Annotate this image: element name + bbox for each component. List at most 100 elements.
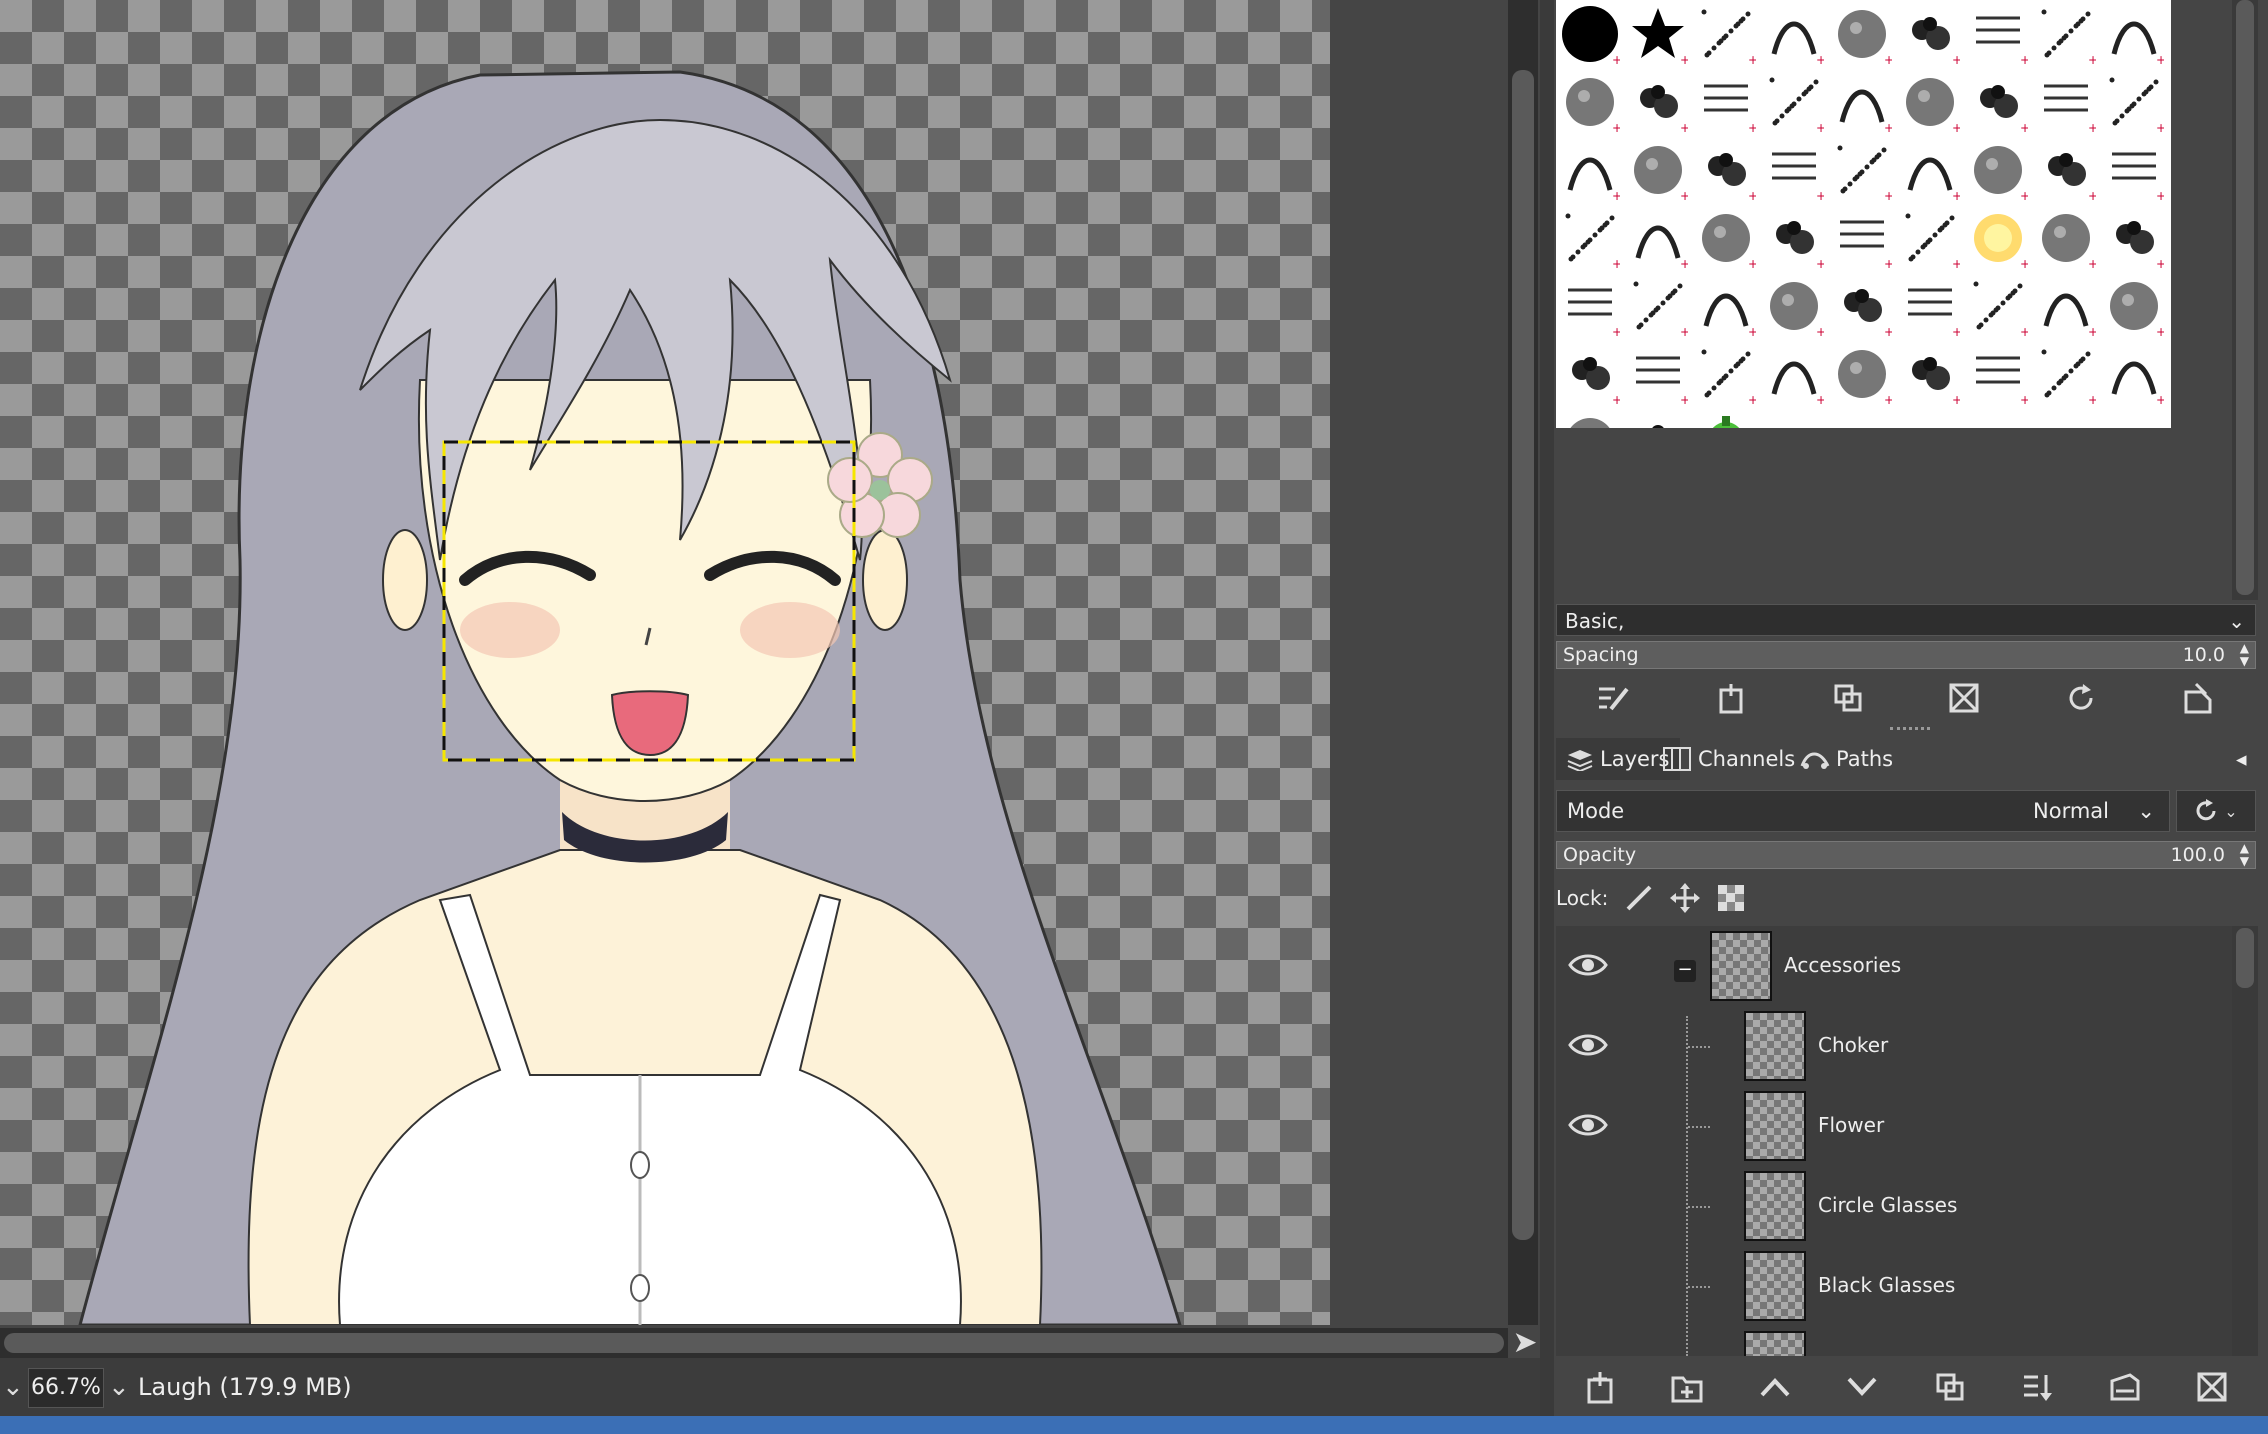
- brush-thumbnail[interactable]: +: [1830, 342, 1894, 406]
- lower-layer-icon[interactable]: [1842, 1367, 1882, 1407]
- layers-list[interactable]: − Accessories Choker Flower Circle Glass…: [1556, 926, 2232, 1356]
- brush-thumbnail[interactable]: +: [1898, 70, 1962, 134]
- brush-thumbnail[interactable]: +: [1966, 206, 2030, 270]
- brush-thumbnail[interactable]: +: [1830, 138, 1894, 202]
- delete-layer-icon[interactable]: [2192, 1367, 2232, 1407]
- brush-thumbnail[interactable]: +: [1694, 206, 1758, 270]
- brush-grid[interactable]: + + + + + + + + + + + + + + + + + + + + + + + + + + + + + + + + + + + + + + + +…: [1556, 0, 2171, 472]
- layer-row[interactable]: Choker: [1556, 1006, 2232, 1086]
- canvas-viewport[interactable]: [0, 0, 1330, 1325]
- brush-thumbnail[interactable]: +: [1558, 206, 1622, 270]
- tab-menu-icon[interactable]: ◂: [2236, 738, 2247, 780]
- brush-thumbnail[interactable]: +: [1898, 138, 1962, 202]
- duplicate-layer-icon[interactable]: [1930, 1367, 1970, 1407]
- canvas-horizontal-scrollbar[interactable]: [0, 1328, 1508, 1358]
- edit-brush-icon[interactable]: [1594, 678, 1634, 718]
- eye-icon[interactable]: [1568, 1030, 1608, 1060]
- layer-row[interactable]: Black Glasses: [1556, 1246, 2232, 1326]
- tab-layers[interactable]: Layers: [1556, 738, 1680, 780]
- opacity-spinner[interactable]: Opacity 100.0 ▲ ▼: [1556, 841, 2256, 869]
- brush-preset-dropdown[interactable]: Basic, ⌄: [1556, 604, 2256, 636]
- collapse-group-icon[interactable]: −: [1674, 960, 1696, 982]
- brush-thumbnail[interactable]: +: [1830, 2, 1894, 66]
- duplicate-brush-icon[interactable]: [1828, 678, 1868, 718]
- panel-divider[interactable]: [1540, 0, 1554, 1416]
- brush-thumbnail[interactable]: +: [1558, 274, 1622, 338]
- brush-thumbnail[interactable]: +: [1762, 138, 1826, 202]
- layers-scrollbar[interactable]: [2232, 926, 2258, 1356]
- brush-thumbnail[interactable]: +: [1558, 2, 1622, 66]
- brush-thumbnail[interactable]: +: [1626, 206, 1690, 270]
- brush-thumbnail[interactable]: +: [1966, 70, 2030, 134]
- brush-thumbnail[interactable]: +: [2034, 138, 2098, 202]
- zoom-dropdown-chevron-icon[interactable]: ⌄: [108, 1368, 130, 1406]
- brush-thumbnail[interactable]: +: [1558, 70, 1622, 134]
- visibility-toggle[interactable]: [1568, 1270, 1608, 1300]
- brush-thumbnail[interactable]: +: [1762, 70, 1826, 134]
- image-canvas[interactable]: [0, 0, 1330, 1325]
- visibility-toggle[interactable]: [1568, 1190, 1608, 1220]
- brush-thumbnail[interactable]: +: [1694, 138, 1758, 202]
- brush-thumbnail[interactable]: +: [2102, 138, 2166, 202]
- brush-thumbnail[interactable]: +: [1762, 274, 1826, 338]
- brush-thumbnail[interactable]: +: [1966, 274, 2030, 338]
- brush-thumbnail[interactable]: +: [1626, 70, 1690, 134]
- delete-brush-icon[interactable]: [1944, 678, 1984, 718]
- brush-thumbnail[interactable]: +: [1762, 2, 1826, 66]
- brush-thumbnail[interactable]: +: [1830, 206, 1894, 270]
- lock-alpha-icon[interactable]: [1716, 883, 1746, 913]
- brush-thumbnail[interactable]: +: [2034, 70, 2098, 134]
- brush-thumbnail[interactable]: +: [1694, 342, 1758, 406]
- layer-row[interactable]: [1556, 1326, 2232, 1356]
- brush-thumbnail[interactable]: +: [1966, 342, 2030, 406]
- brush-thumbnail[interactable]: +: [1558, 342, 1622, 406]
- spin-arrows-icon[interactable]: ▲ ▼: [2240, 842, 2249, 868]
- brush-thumbnail[interactable]: +: [1694, 274, 1758, 338]
- zoom-field[interactable]: 66.7%: [28, 1368, 104, 1408]
- merge-down-icon[interactable]: [2017, 1367, 2057, 1407]
- brush-thumbnail[interactable]: +: [2102, 206, 2166, 270]
- brush-thumbnail[interactable]: +: [2102, 274, 2166, 338]
- brush-thumbnail[interactable]: +: [2102, 70, 2166, 134]
- lock-pixels-icon[interactable]: [1624, 883, 1654, 913]
- brush-thumbnail[interactable]: +: [1898, 206, 1962, 270]
- unit-dropdown-chevron-icon[interactable]: ⌄: [2, 1368, 24, 1406]
- layer-row[interactable]: Flower: [1556, 1086, 2232, 1166]
- brush-thumbnail[interactable]: +: [1626, 2, 1690, 66]
- layer-mode-dropdown[interactable]: Mode Normal ⌄: [1556, 790, 2170, 832]
- eye-icon[interactable]: [1568, 1110, 1608, 1140]
- brush-thumbnail[interactable]: +: [2034, 206, 2098, 270]
- brush-thumbnail[interactable]: +: [1626, 138, 1690, 202]
- brush-thumbnail[interactable]: +: [1898, 274, 1962, 338]
- brush-thumbnail[interactable]: +: [1762, 342, 1826, 406]
- brush-thumbnail[interactable]: +: [1830, 70, 1894, 134]
- brush-thumbnail[interactable]: +: [2102, 342, 2166, 406]
- brush-thumbnail[interactable]: +: [1694, 70, 1758, 134]
- tab-channels[interactable]: Channels: [1662, 738, 1795, 780]
- brush-thumbnail[interactable]: +: [1694, 2, 1758, 66]
- refresh-brushes-icon[interactable]: [2061, 678, 2101, 718]
- navigate-icon[interactable]: ➤: [1510, 1328, 1540, 1358]
- raise-layer-icon[interactable]: [1755, 1367, 1795, 1407]
- composite-mode-button[interactable]: ⌄: [2176, 790, 2256, 832]
- eye-icon[interactable]: [1568, 950, 1608, 980]
- open-brush-as-image-icon[interactable]: [2178, 678, 2218, 718]
- brush-thumbnail[interactable]: +: [2034, 2, 2098, 66]
- brush-thumbnail[interactable]: +: [1898, 2, 1962, 66]
- lock-position-icon[interactable]: [1670, 883, 1701, 913]
- pane-resize-grip[interactable]: [1890, 727, 1930, 736]
- canvas-vertical-scrollbar[interactable]: [1508, 0, 1538, 1325]
- brush-thumbnail[interactable]: +: [2102, 2, 2166, 66]
- new-layer-group-icon[interactable]: [1667, 1367, 1707, 1407]
- spacing-spinner[interactable]: Spacing 10.0 ▲ ▼: [1556, 641, 2256, 669]
- new-brush-icon[interactable]: [1711, 678, 1751, 718]
- brush-grid-scrollbar[interactable]: [2232, 0, 2258, 600]
- layer-row[interactable]: − Accessories: [1556, 926, 2232, 1006]
- brush-thumbnail[interactable]: +: [1898, 342, 1962, 406]
- anchor-layer-icon[interactable]: [2105, 1367, 2145, 1407]
- spin-arrows-icon[interactable]: ▲ ▼: [2240, 642, 2249, 668]
- brush-thumbnail[interactable]: +: [1966, 2, 2030, 66]
- brush-thumbnail[interactable]: +: [1762, 206, 1826, 270]
- tab-paths[interactable]: Paths: [1800, 738, 1893, 780]
- brush-thumbnail[interactable]: +: [1830, 274, 1894, 338]
